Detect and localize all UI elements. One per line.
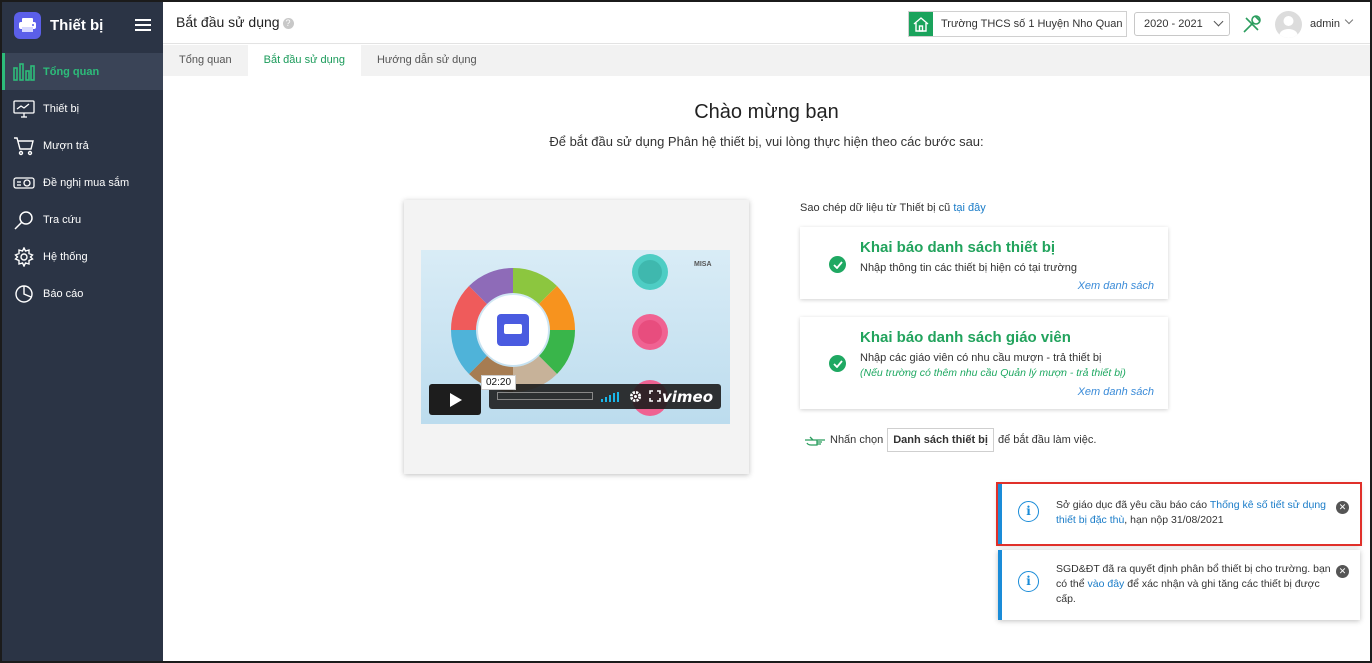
info-icon: i <box>1018 571 1039 592</box>
hint-suffix: để bắt đầu làm việc. <box>997 434 1097 446</box>
play-button[interactable] <box>429 384 481 415</box>
sidebar-item-tra-cuu[interactable]: Tra cứu <box>2 201 163 238</box>
top-header: Bắt đầu sử dụng? Trường THCS số 1 Huyện … <box>163 2 1370 44</box>
view-equipment-list-link[interactable]: Xem danh sách <box>1078 280 1154 292</box>
sidebar-nav: Tổng quan Thiết bị Mượn trả Đề nghị mua … <box>2 53 163 312</box>
app-title: Thiết bị <box>50 16 104 34</box>
close-icon[interactable]: ✕ <box>1336 565 1349 578</box>
pie-chart-icon <box>13 283 35 305</box>
search-icon <box>13 209 35 231</box>
close-icon[interactable]: ✕ <box>1336 501 1349 514</box>
sidebar-item-tong-quan[interactable]: Tổng quan <box>2 53 163 90</box>
tab-bar: Tổng quan Bắt đầu sử dụng Hướng dẫn sử d… <box>163 45 1370 76</box>
info-icon: i <box>1018 501 1039 522</box>
hint-prefix: Nhấn chọn <box>830 434 884 446</box>
step-title: Khai báo danh sách thiết bị <box>860 239 1056 256</box>
welcome-subtitle: Để bắt đầu sử dụng Phân hệ thiết bị, vui… <box>549 134 984 149</box>
notification-text-before: Sở giáo dục đã yêu cầu báo cáo <box>1056 499 1210 511</box>
gear-icon[interactable] <box>629 390 642 403</box>
equipment-list-button[interactable]: Danh sách thiết bị <box>887 428 994 452</box>
notification-report-request: i Sở giáo dục đã yêu cầu báo cáo Thống k… <box>998 484 1360 544</box>
copy-data-line: Sao chép dữ liệu từ Thiết bị cũ tại đây <box>800 202 986 214</box>
check-circle-icon <box>829 355 846 372</box>
sidebar: Thiết bị Tổng quan Thiết bị Mượn trả Đề … <box>2 2 163 661</box>
confirm-allocation-link[interactable]: vào đây <box>1088 578 1125 590</box>
sidebar-item-label: Hệ thống <box>43 250 88 263</box>
school-year-select[interactable]: 2020 - 2021 <box>1134 12 1230 36</box>
notification-text-after: , hạn nộp 31/08/2021 <box>1124 514 1224 526</box>
page-title: Bắt đầu sử dụng? <box>176 14 294 30</box>
pointing-hand-icon <box>805 436 825 446</box>
step-description: Nhập thông tin các thiết bị hiện có tại … <box>860 262 1077 274</box>
monitor-icon <box>13 98 35 120</box>
chevron-down-icon <box>1213 16 1224 27</box>
get-started-hint: Nhấn chọn Danh sách thiết bị để bắt đầu … <box>803 428 1096 452</box>
video-player[interactable]: MISA vimeo 02:20 <box>421 250 730 424</box>
sidebar-item-de-nghi-mua-sam[interactable]: Đề nghị mua sắm <box>2 164 163 201</box>
copy-data-link[interactable]: tại đây <box>953 202 985 214</box>
step-card-equipment: Khai báo danh sách thiết bị Nhập thông t… <box>800 227 1168 299</box>
home-icon <box>909 12 933 36</box>
sidebar-item-label: Thiết bị <box>43 102 80 115</box>
step-note: (Nếu trường có thêm nhu cầu Quản lý mượn… <box>860 367 1126 379</box>
play-icon <box>450 392 462 407</box>
notification-text: SGD&ĐT đã ra quyết định phân bổ thiết bị… <box>1056 562 1331 607</box>
copy-data-text: Sao chép dữ liệu từ Thiết bị cũ <box>800 202 951 214</box>
cart-icon <box>13 135 35 157</box>
video-watermark: MISA <box>694 261 712 268</box>
welcome-heading: Chào mừng bạn <box>694 101 839 123</box>
school-name: Trường THCS số 1 Huyện Nho Quan <box>941 18 1123 30</box>
volume-icon[interactable] <box>601 392 621 402</box>
sidebar-item-label: Mượn trả <box>43 139 89 152</box>
step-card-teachers: Khai báo danh sách giáo viên Nhập các gi… <box>800 317 1168 409</box>
intro-video-card: MISA vimeo 02:20 <box>404 200 749 474</box>
tab-tong-quan[interactable]: Tổng quan <box>163 45 248 76</box>
check-circle-icon <box>829 256 846 273</box>
app-window: Thiết bị Tổng quan Thiết bị Mượn trả Đề … <box>0 0 1372 663</box>
sidebar-item-he-thong[interactable]: Hệ thống <box>2 238 163 275</box>
notification-allocation: i SGD&ĐT đã ra quyết định phân bổ thiết … <box>998 550 1360 620</box>
help-icon[interactable]: ? <box>282 18 294 29</box>
sidebar-item-label: Đề nghị mua sắm <box>43 176 130 189</box>
avatar[interactable] <box>1275 11 1302 38</box>
sidebar-item-label: Tổng quan <box>43 65 100 78</box>
sidebar-item-label: Tra cứu <box>43 213 82 226</box>
view-teacher-list-link[interactable]: Xem danh sách <box>1078 386 1154 398</box>
vimeo-logo[interactable]: vimeo <box>662 388 713 406</box>
menu-toggle-icon[interactable] <box>135 16 151 34</box>
tab-huong-dan-su-dung[interactable]: Hướng dẫn sử dụng <box>361 45 493 76</box>
step-title: Khai báo danh sách giáo viên <box>860 329 1071 346</box>
gear-icon <box>13 246 35 268</box>
user-name[interactable]: admin <box>1310 18 1340 30</box>
notification-text: Sở giáo dục đã yêu cầu báo cáo Thống kê … <box>1056 498 1331 528</box>
chart-bars-icon <box>13 61 35 83</box>
tab-bat-dau-su-dung[interactable]: Bắt đầu sử dụng <box>247 45 361 76</box>
projector-icon <box>13 172 35 194</box>
video-progress-bar[interactable] <box>497 392 593 400</box>
school-year-value: 2020 - 2021 <box>1144 18 1203 30</box>
video-controls: vimeo 02:20 <box>429 375 721 415</box>
sidebar-item-thiet-bi[interactable]: Thiết bị <box>2 90 163 127</box>
sidebar-item-bao-cao[interactable]: Báo cáo <box>2 275 163 312</box>
step-description: Nhập các giáo viên có nhu cầu mượn - trả… <box>860 352 1102 364</box>
chevron-down-icon[interactable] <box>1344 15 1354 25</box>
page-title-text: Bắt đầu sử dụng <box>176 14 280 30</box>
brand: Thiết bị <box>2 2 163 48</box>
app-logo-icon <box>14 11 41 39</box>
tools-icon[interactable] <box>1241 13 1263 38</box>
video-control-bar: vimeo <box>489 384 721 409</box>
school-selector[interactable]: Trường THCS số 1 Huyện Nho Quan <box>908 11 1127 37</box>
video-time: 02:20 <box>481 375 517 390</box>
sidebar-item-muon-tra[interactable]: Mượn trả <box>2 127 163 164</box>
fullscreen-icon[interactable] <box>649 390 661 402</box>
sidebar-item-label: Báo cáo <box>43 287 84 300</box>
